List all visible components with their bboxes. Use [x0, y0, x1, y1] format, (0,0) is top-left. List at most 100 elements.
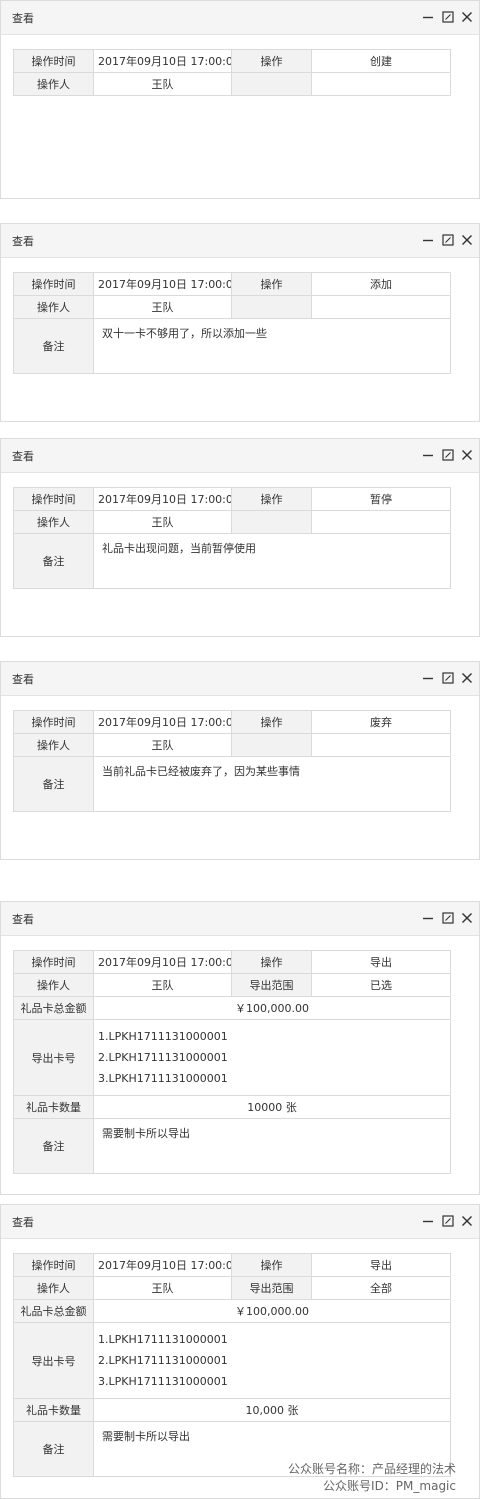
op-time-label: 操作时间	[13, 950, 94, 974]
op-time-label: 操作时间	[13, 710, 94, 734]
close-icon[interactable]	[461, 234, 473, 246]
operator-label: 操作人	[13, 973, 94, 997]
minimize-icon[interactable]	[422, 234, 434, 246]
operator-value: 王队	[93, 510, 232, 534]
view-dialog-pause: 查看 操作时间 2017年09月10日 17:00:00 操作 暂停 操作人 王…	[0, 438, 480, 637]
close-icon[interactable]	[461, 912, 473, 924]
maximize-icon[interactable]	[442, 234, 454, 246]
notes-label: 备注	[13, 1421, 94, 1477]
view-dialog-discard: 查看 操作时间 2017年09月10日 17:00:00 操作 废弃 操作人 王…	[0, 661, 480, 860]
op-value: 添加	[311, 272, 451, 296]
watermark: 公众账号名称：产品经理的法术 公众账号ID：PM_magic	[288, 1461, 456, 1495]
card-numbers-list: 1.LPKH1711131000001 2.LPKH1711131000001 …	[93, 1322, 451, 1399]
minimize-icon[interactable]	[422, 449, 434, 461]
dialog-title: 查看	[12, 12, 34, 25]
export-range-value: 已选	[311, 973, 451, 997]
operator-label: 操作人	[13, 295, 94, 319]
detail-table: 操作时间 2017年09月10日 17:00:00 操作 导出 操作人 王队 导…	[13, 1253, 451, 1477]
maximize-icon[interactable]	[442, 1215, 454, 1227]
export-range-label: 导出范围	[231, 973, 312, 997]
dialog-header: 查看	[1, 1205, 479, 1239]
op-time-label: 操作时间	[13, 49, 94, 73]
dialog-header: 查看	[1, 662, 479, 696]
operator-value: 王队	[93, 733, 232, 757]
op-value: 创建	[311, 49, 451, 73]
dialog-title: 查看	[12, 450, 34, 463]
op-time-value: 2017年09月10日 17:00:00	[93, 272, 232, 296]
op-value: 导出	[311, 1253, 451, 1277]
total-amount-value: ￥100,000.00	[93, 1299, 451, 1323]
card-count-label: 礼品卡数量	[13, 1398, 94, 1422]
dialog-title: 查看	[12, 235, 34, 248]
empty-value-cell	[311, 295, 451, 319]
empty-label-cell	[231, 72, 312, 96]
operator-value: 王队	[93, 72, 232, 96]
notes-value: 当前礼品卡已经被废弃了，因为某些事情	[93, 756, 451, 812]
operator-label: 操作人	[13, 733, 94, 757]
view-dialog-create: 查看 操作时间 2017年09月10日 17:00:00 操作 创建 操作人 王…	[0, 0, 480, 199]
detail-table: 操作时间 2017年09月10日 17:00:00 操作 导出 操作人 王队 导…	[13, 950, 451, 1174]
watermark-account-id: 公众账号ID：PM_magic	[323, 1479, 456, 1493]
view-dialog-export-selected: 查看 操作时间 2017年09月10日 17:00:00 操作 导出 操作人 王…	[0, 901, 480, 1195]
op-label: 操作	[231, 487, 312, 511]
notes-label: 备注	[13, 533, 94, 589]
operator-value: 王队	[93, 973, 232, 997]
op-time-value: 2017年09月10日 17:00:00	[93, 710, 232, 734]
close-icon[interactable]	[461, 11, 473, 23]
op-time-value: 2017年09月10日 17:00:00	[93, 487, 232, 511]
dialog-title: 查看	[12, 673, 34, 686]
close-icon[interactable]	[461, 449, 473, 461]
total-amount-label: 礼品卡总金额	[13, 1299, 94, 1323]
op-label: 操作	[231, 272, 312, 296]
empty-label-cell	[231, 510, 312, 534]
card-number-item: 1.LPKH1711131000001	[98, 1333, 228, 1346]
card-count-value: 10,000 张	[93, 1398, 451, 1422]
close-icon[interactable]	[461, 672, 473, 684]
view-dialog-export-all: 查看 操作时间 2017年09月10日 17:00:00 操作 导出 操作人 王…	[0, 1204, 480, 1499]
card-number-item: 2.LPKH1711131000001	[98, 1354, 228, 1367]
op-time-label: 操作时间	[13, 272, 94, 296]
close-icon[interactable]	[461, 1215, 473, 1227]
dialog-header: 查看	[1, 1, 479, 35]
minimize-icon[interactable]	[422, 11, 434, 23]
notes-value: 礼品卡出现问题，当前暂停使用	[93, 533, 451, 589]
notes-label: 备注	[13, 1118, 94, 1174]
card-number-item: 3.LPKH1711131000001	[98, 1072, 228, 1085]
card-numbers-list: 1.LPKH1711131000001 2.LPKH1711131000001 …	[93, 1019, 451, 1096]
empty-value-cell	[311, 72, 451, 96]
minimize-icon[interactable]	[422, 912, 434, 924]
minimize-icon[interactable]	[422, 1215, 434, 1227]
maximize-icon[interactable]	[442, 912, 454, 924]
maximize-icon[interactable]	[442, 672, 454, 684]
op-label: 操作	[231, 1253, 312, 1277]
card-number-item: 3.LPKH1711131000001	[98, 1375, 228, 1388]
export-range-label: 导出范围	[231, 1276, 312, 1300]
op-time-value: 2017年09月10日 17:00:00	[93, 950, 232, 974]
op-value: 废弃	[311, 710, 451, 734]
notes-value: 双十一卡不够用了，所以添加一些	[93, 318, 451, 374]
op-value: 导出	[311, 950, 451, 974]
op-value: 暂停	[311, 487, 451, 511]
op-label: 操作	[231, 49, 312, 73]
operator-label: 操作人	[13, 510, 94, 534]
card-number-item: 1.LPKH1711131000001	[98, 1030, 228, 1043]
empty-label-cell	[231, 733, 312, 757]
detail-table: 操作时间 2017年09月10日 17:00:00 操作 暂停 操作人 王队 备…	[13, 487, 451, 589]
op-time-label: 操作时间	[13, 487, 94, 511]
op-time-value: 2017年09月10日 17:00:00	[93, 1253, 232, 1277]
empty-label-cell	[231, 295, 312, 319]
operator-label: 操作人	[13, 72, 94, 96]
operator-label: 操作人	[13, 1276, 94, 1300]
op-label: 操作	[231, 950, 312, 974]
card-count-value: 10000 张	[93, 1095, 451, 1119]
card-count-label: 礼品卡数量	[13, 1095, 94, 1119]
operator-value: 王队	[93, 1276, 232, 1300]
notes-value: 需要制卡所以导出	[93, 1118, 451, 1174]
total-amount-label: 礼品卡总金额	[13, 996, 94, 1020]
maximize-icon[interactable]	[442, 449, 454, 461]
maximize-icon[interactable]	[442, 11, 454, 23]
empty-value-cell	[311, 510, 451, 534]
op-time-label: 操作时间	[13, 1253, 94, 1277]
minimize-icon[interactable]	[422, 672, 434, 684]
operator-value: 王队	[93, 295, 232, 319]
